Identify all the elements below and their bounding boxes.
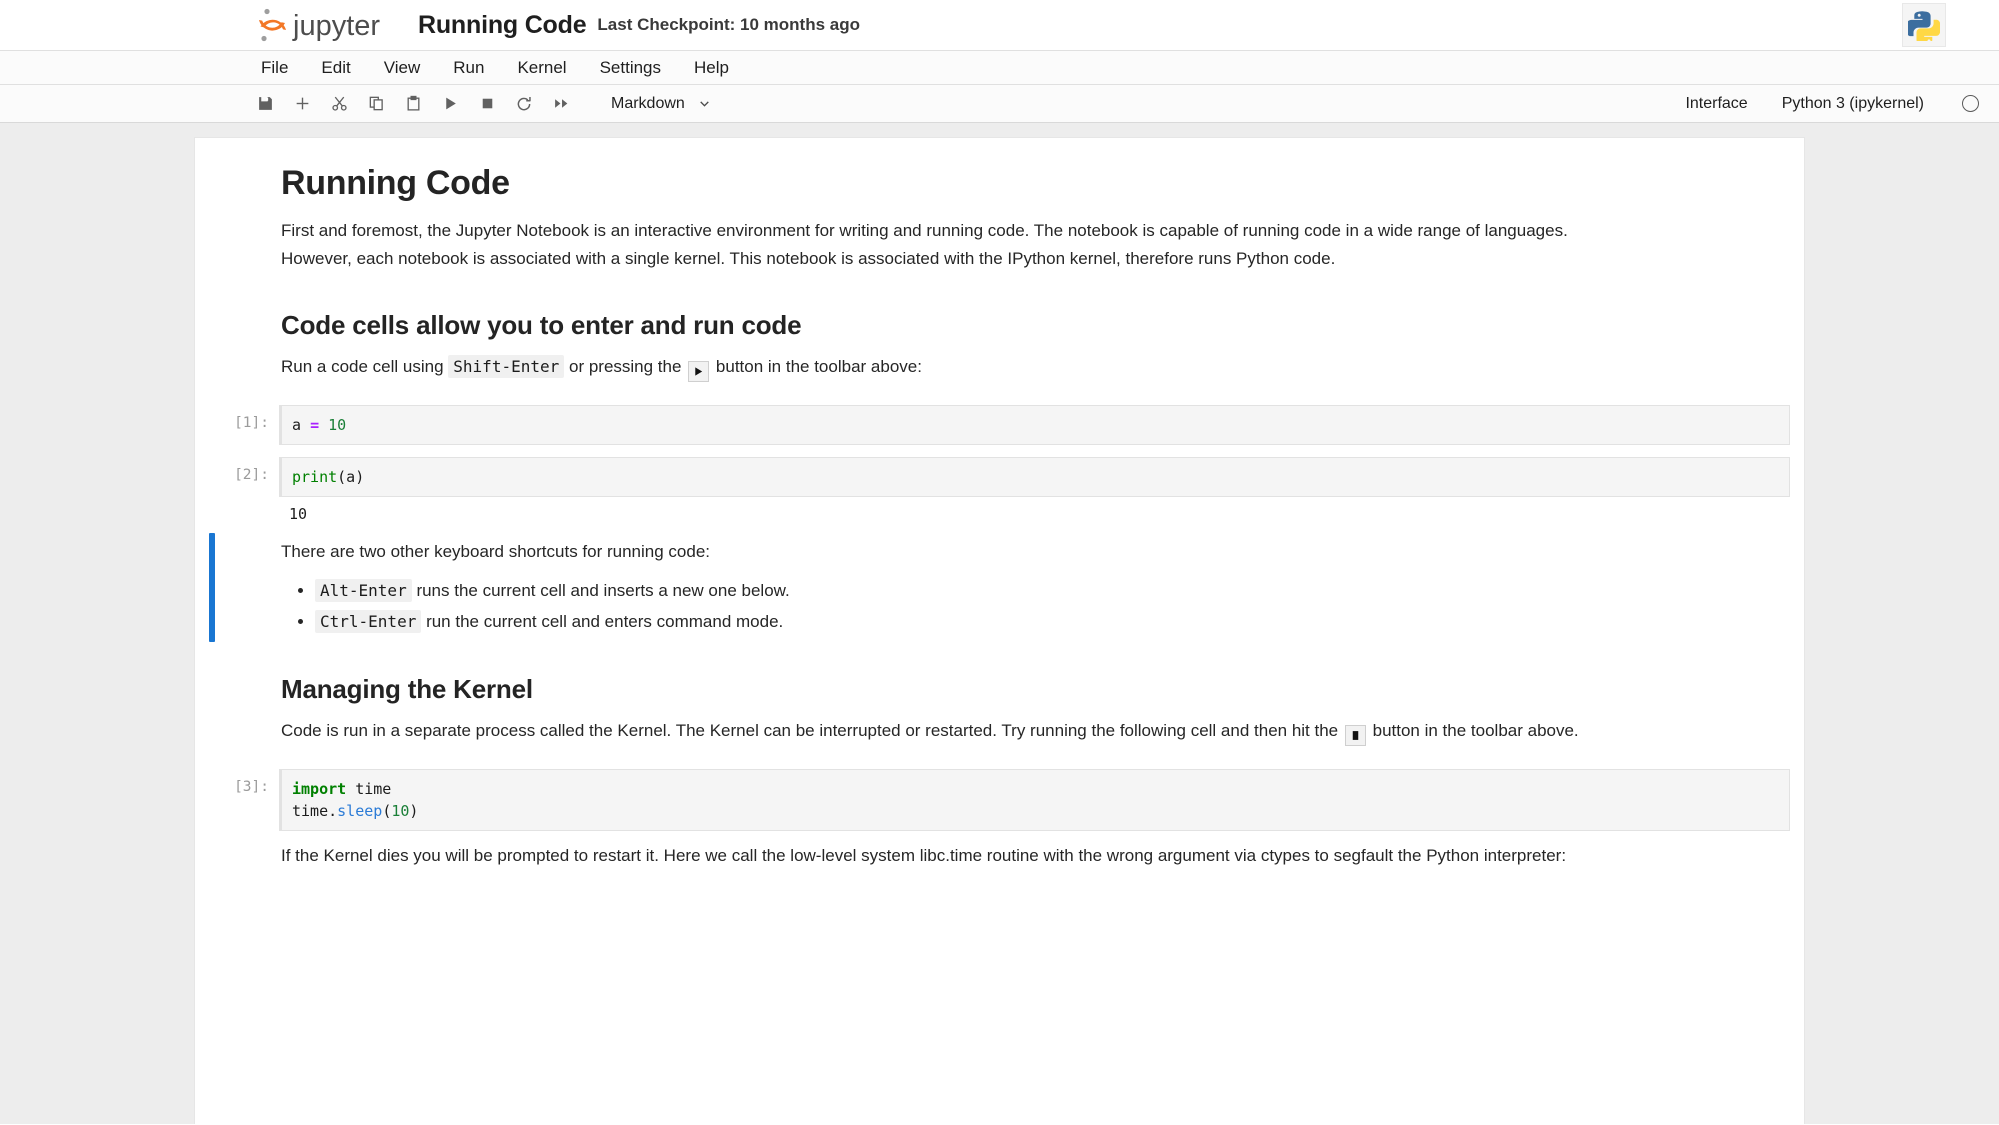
chevron-down-icon bbox=[698, 97, 711, 110]
interface-label[interactable]: Interface bbox=[1685, 95, 1747, 113]
cell-selection-bar bbox=[209, 463, 215, 521]
cell-prompt-empty bbox=[195, 138, 279, 284]
shortcut-text-1: run the current cell and enters command … bbox=[426, 612, 784, 631]
menu-bar: File Edit View Run Kernel Settings Help bbox=[0, 51, 1999, 85]
restart-kernel-button[interactable] bbox=[509, 90, 539, 118]
shortcut-text-0: runs the current cell and inserts a new … bbox=[416, 581, 790, 600]
cell-prompt-3: [3]: bbox=[234, 779, 269, 795]
interrupt-kernel-button[interactable] bbox=[472, 90, 502, 118]
kernel-paragraph: Code is run in a separate process called… bbox=[281, 717, 1641, 746]
kernel-dies-paragraph: If the Kernel dies you will be prompted … bbox=[281, 846, 1567, 865]
cell-prompt-empty bbox=[195, 284, 279, 393]
run-cell-instruction: Run a code cell using Shift-Enter or pre… bbox=[281, 353, 1641, 382]
shortcuts-intro: There are two other keyboard shortcuts f… bbox=[281, 542, 711, 561]
cell-prompt-2: [2]: bbox=[234, 467, 269, 483]
kernel-status-indicator-icon[interactable] bbox=[1962, 95, 1979, 112]
cell-prompt-empty bbox=[195, 527, 279, 648]
shortcuts-list: Alt-Enter runs the current cell and inse… bbox=[315, 576, 1786, 636]
list-item: Ctrl-Enter run the current cell and ente… bbox=[315, 607, 1786, 636]
code-editor-2[interactable]: print(a) bbox=[279, 457, 1790, 497]
code-token-args: (a) bbox=[337, 468, 365, 486]
restart-run-all-button[interactable] bbox=[546, 90, 576, 118]
menu-item-file[interactable]: File bbox=[258, 56, 291, 80]
insert-cell-button[interactable] bbox=[287, 90, 317, 118]
kernel-text-1: Code is run in a separate process called… bbox=[281, 721, 1339, 740]
code-token-var: a bbox=[292, 416, 302, 434]
cell-prompt-empty bbox=[195, 831, 279, 881]
menu-item-run[interactable]: Run bbox=[450, 56, 487, 80]
code-token-method: sleep bbox=[337, 802, 383, 820]
notebook-scroll-area[interactable]: Running Code First and foremost, the Jup… bbox=[0, 123, 1999, 1124]
cell-type-dropdown[interactable]: Markdown bbox=[611, 95, 711, 113]
heading-code-cells: Code cells allow you to enter and run co… bbox=[281, 310, 802, 340]
code-token-object: time. bbox=[292, 802, 338, 820]
kernel-name-label[interactable]: Python 3 (ipykernel) bbox=[1782, 95, 1924, 113]
markdown-cell-kernel[interactable]: Managing the Kernel Code is run in a sep… bbox=[195, 648, 1804, 757]
code-token-print: print bbox=[292, 468, 338, 486]
cell-selection-bar bbox=[209, 144, 215, 278]
markdown-cell-intro[interactable]: Running Code First and foremost, the Jup… bbox=[195, 138, 1804, 284]
notebook-title[interactable]: Running Code bbox=[418, 11, 587, 40]
code-cell-2[interactable]: [2]: print(a) 10 bbox=[195, 457, 1804, 527]
cell-selection-bar bbox=[209, 837, 215, 875]
page-title: Running Code bbox=[281, 164, 510, 202]
save-button[interactable] bbox=[250, 90, 280, 118]
stop-icon bbox=[1344, 725, 1366, 746]
toolbar-right-group: Interface Python 3 (ipykernel) bbox=[1685, 85, 1979, 122]
markdown-cell-shortcuts[interactable]: There are two other keyboard shortcuts f… bbox=[195, 527, 1804, 648]
copy-cell-button[interactable] bbox=[361, 90, 391, 118]
jupyter-logo[interactable]: jupyter bbox=[255, 7, 400, 43]
kbd-shift-enter: Shift-Enter bbox=[448, 355, 565, 378]
markdown-cell-kernel-dies[interactable]: If the Kernel dies you will be prompted … bbox=[195, 831, 1804, 881]
cell-output-2: 10 bbox=[289, 505, 308, 523]
code-token-arg-number: 10 bbox=[391, 802, 410, 820]
kbd-ctrl-enter: Ctrl-Enter bbox=[315, 610, 422, 633]
cut-cell-button[interactable] bbox=[324, 90, 354, 118]
run-cell-button[interactable] bbox=[435, 90, 465, 118]
run-cell-text-2: or pressing the bbox=[568, 357, 682, 376]
menu-item-settings[interactable]: Settings bbox=[597, 56, 664, 80]
python-logo-icon bbox=[1902, 3, 1946, 47]
run-cell-text-1: Run a code cell using bbox=[281, 357, 444, 376]
code-cell-1[interactable]: [1]: a = 10 bbox=[195, 405, 1804, 445]
code-cell-3[interactable]: [3]: import time time.sleep(10) bbox=[195, 769, 1804, 831]
notebook-toolbar: Markdown Interface Python 3 (ipykernel) bbox=[0, 85, 1999, 123]
run-cell-text-3: button in the toolbar above: bbox=[715, 357, 922, 376]
code-token-number: 10 bbox=[328, 416, 347, 434]
code-token-module: time bbox=[346, 780, 392, 798]
paste-cell-button[interactable] bbox=[398, 90, 428, 118]
cell-selection-bar bbox=[209, 775, 215, 825]
code-editor-3[interactable]: import time time.sleep(10) bbox=[279, 769, 1790, 831]
notebook-page: Running Code First and foremost, the Jup… bbox=[195, 138, 1804, 1124]
list-item: Alt-Enter runs the current cell and inse… bbox=[315, 576, 1786, 605]
title-bar: jupyter Running Code Last Checkpoint: 10… bbox=[0, 0, 1999, 51]
code-token-paren-open: ( bbox=[382, 802, 392, 820]
code-token-operator: = bbox=[310, 416, 320, 434]
play-icon bbox=[688, 361, 710, 382]
svg-text:jupyter: jupyter bbox=[292, 10, 380, 42]
code-editor-1[interactable]: a = 10 bbox=[279, 405, 1790, 445]
cell-prompt-empty bbox=[195, 648, 279, 757]
menu-item-edit[interactable]: Edit bbox=[318, 56, 353, 80]
cell-selection-bar bbox=[209, 533, 215, 642]
heading-managing-kernel: Managing the Kernel bbox=[281, 674, 533, 704]
cell-type-value: Markdown bbox=[611, 94, 685, 112]
cell-selection-bar bbox=[209, 411, 215, 439]
menu-item-help[interactable]: Help bbox=[691, 56, 732, 80]
kernel-text-2: button in the toolbar above. bbox=[1372, 721, 1579, 740]
cell-prompt-1: [1]: bbox=[234, 415, 269, 431]
cell-selection-bar bbox=[209, 654, 215, 751]
menu-item-view[interactable]: View bbox=[381, 56, 424, 80]
last-checkpoint-label: Last Checkpoint: 10 months ago bbox=[597, 15, 860, 34]
cell-selection-bar bbox=[209, 290, 215, 387]
markdown-cell-code-cells[interactable]: Code cells allow you to enter and run co… bbox=[195, 284, 1804, 393]
code-token-import: import bbox=[292, 780, 347, 798]
intro-paragraph: First and foremost, the Jupyter Notebook… bbox=[281, 221, 1568, 268]
code-token-paren-close: ) bbox=[409, 802, 419, 820]
menu-item-kernel[interactable]: Kernel bbox=[514, 56, 569, 80]
kbd-alt-enter: Alt-Enter bbox=[315, 579, 412, 602]
